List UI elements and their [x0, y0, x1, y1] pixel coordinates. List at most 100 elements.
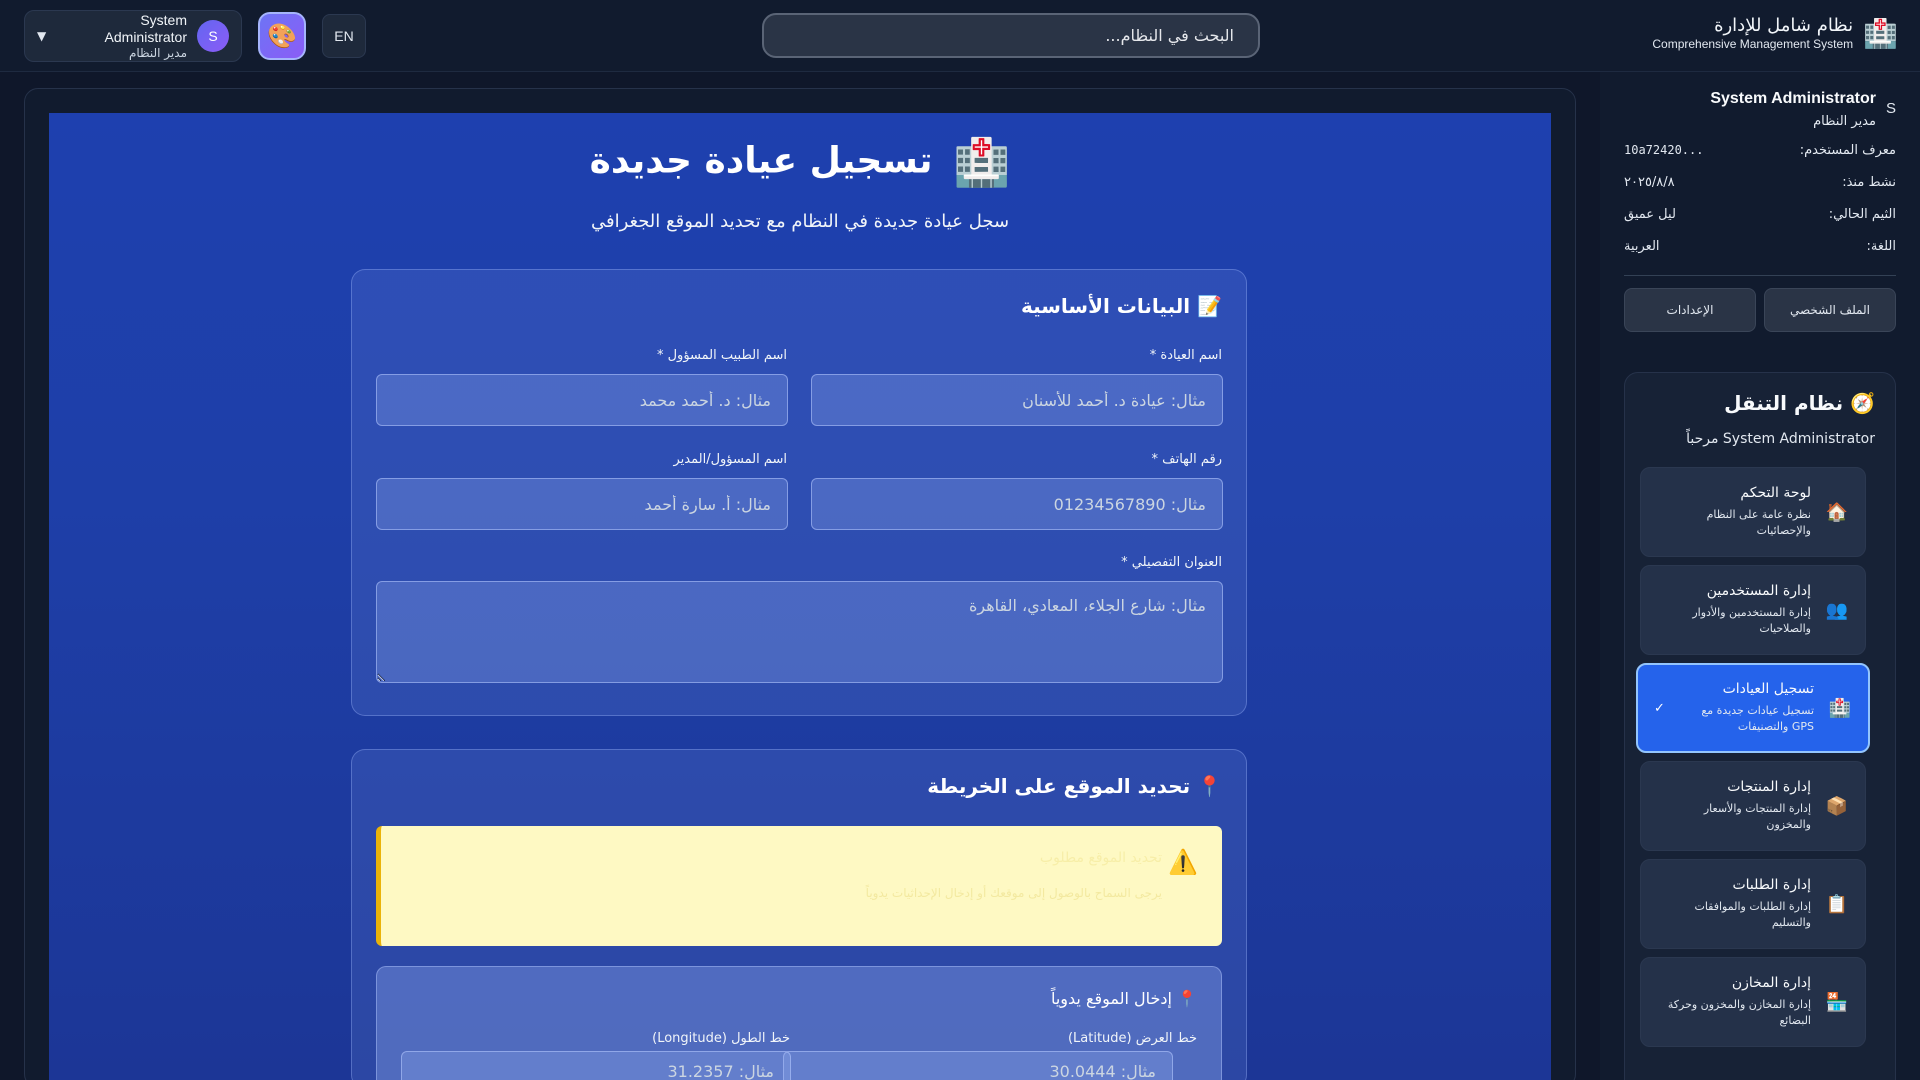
profile-name: System Administrator: [1710, 90, 1876, 107]
info-value: ...10a72420: [1624, 143, 1704, 157]
section-title-basic: 📝 البيانات الأساسية: [1020, 294, 1222, 318]
nav-list: 🏠 لوحة التحكم نظرة عامة على النظام والإح…: [1636, 467, 1875, 1047]
warning-icon: ⚠️: [1168, 848, 1198, 876]
latitude-input[interactable]: [783, 1051, 1173, 1080]
divider: [1624, 275, 1896, 276]
theme-palette-button[interactable]: 🎨: [258, 12, 306, 60]
check-icon: ✓: [1654, 700, 1665, 716]
phone-label: رقم الهاتف *: [1151, 452, 1222, 467]
info-row-user-id: معرف المستخدم: ...10a72420: [1624, 143, 1896, 161]
longitude-label: خط الطول (Longitude): [652, 1031, 790, 1046]
nav-item-desc: إدارة الطلبات والموافقات والتسليم: [1694, 900, 1811, 929]
home-icon: 🏠: [1825, 501, 1849, 523]
info-value: ليل عميق: [1624, 207, 1676, 222]
clinic-name-label: اسم العيادة *: [1149, 348, 1222, 363]
nav-item-label: لوحة التحكم: [1740, 485, 1811, 502]
clinic-registration-panel: 🏥 تسجيل عيادة جديدة سجل عيادة جديدة في ا…: [49, 113, 1551, 1080]
nav-item-desc: إدارة المستخدمين والأدوار والصلاحيات: [1692, 606, 1811, 635]
clinic-name-input[interactable]: [811, 374, 1223, 426]
longitude-input[interactable]: [401, 1051, 791, 1080]
nav-item-warehouses[interactable]: 🏪 إدارة المخازن إدارة المخازن والمخزون و…: [1640, 957, 1866, 1047]
nav-item-desc: تسجيل عيادات جديدة مع GPS والتصنيفات: [1701, 704, 1814, 733]
warning-title: تحديد الموقع مطلوب: [1039, 850, 1162, 866]
navigation-panel: نظام التنقل 🧭 مرحباً System Administrato…: [1624, 372, 1896, 1080]
location-section: 📍 تحديد الموقع على الخريطة ⚠️ تحديد المو…: [351, 749, 1247, 1080]
settings-button[interactable]: الإعدادات: [1624, 288, 1756, 332]
chevron-down-icon: ▼: [37, 29, 47, 43]
doctor-name-input[interactable]: [376, 374, 788, 426]
manager-name-label: اسم المسؤول/المدير: [673, 452, 788, 467]
info-row-language: اللغة: العربية: [1624, 239, 1896, 257]
nav-item-orders[interactable]: 📋 إدارة الطلبات إدارة الطلبات والموافقات…: [1640, 859, 1866, 949]
page-title: 🏥 تسجيل عيادة جديدة: [49, 135, 1551, 190]
nav-item-label: إدارة الطلبات: [1732, 877, 1811, 894]
avatar: S: [197, 20, 229, 52]
doctor-name-label: اسم الطبيب المسؤول *: [656, 348, 787, 363]
profile-button[interactable]: الملف الشخصي: [1764, 288, 1896, 332]
manager-name-input[interactable]: [376, 478, 788, 530]
top-header: ▼ System Administrator مدير النظام S 🎨 E…: [0, 0, 1920, 72]
clipboard-icon: 📋: [1825, 893, 1849, 915]
user-menu-names: System Administrator مدير النظام: [56, 12, 187, 60]
package-icon: 📦: [1825, 795, 1849, 817]
user-role: مدير النظام: [128, 45, 187, 60]
info-row-active-since: نشط منذ: ٢٠٢٥/٨/٨: [1624, 175, 1896, 193]
nav-item-text: إدارة المستخدمين إدارة المستخدمين والأدو…: [1657, 583, 1811, 637]
info-label: معرف المستخدم:: [1799, 143, 1896, 158]
page-subtitle: سجل عيادة جديدة في النظام مع تحديد الموق…: [590, 211, 1010, 232]
manual-location-box: 📍 إدخال الموقع يدوياً خط العرض (Latitude…: [376, 966, 1222, 1080]
basic-info-section: 📝 البيانات الأساسية اسم العيادة * اسم ال…: [351, 269, 1247, 716]
search-input[interactable]: [762, 13, 1260, 58]
hospital-icon: 🏥: [1863, 16, 1898, 50]
nav-item-text: إدارة المخازن إدارة المخازن والمخزون وحر…: [1657, 975, 1811, 1029]
nav-title: نظام التنقل 🧭: [1645, 391, 1875, 415]
address-label: العنوان التفصيلي *: [1121, 555, 1222, 570]
nav-item-label: تسجيل العيادات: [1722, 681, 1814, 698]
nav-item-dashboard[interactable]: 🏠 لوحة التحكم نظرة عامة على النظام والإح…: [1640, 467, 1866, 557]
user-menu-button[interactable]: ▼ System Administrator مدير النظام S: [24, 10, 242, 62]
nav-item-label: إدارة المستخدمين: [1706, 583, 1811, 600]
compass-icon: 🧭: [1850, 391, 1875, 415]
profile-role: مدير النظام: [1813, 114, 1876, 129]
profile-head: System Administrator مدير النظام S: [1624, 90, 1896, 129]
nav-item-label: إدارة المنتجات: [1727, 779, 1811, 796]
hospital-icon: 🏥: [1828, 697, 1852, 719]
phone-input[interactable]: [811, 478, 1223, 530]
right-sidebar: System Administrator مدير النظام S معرف …: [1600, 72, 1920, 1080]
users-icon: 👥: [1825, 599, 1849, 621]
nav-item-desc: نظرة عامة على النظام والإحصائيات: [1706, 508, 1811, 537]
info-value: ٢٠٢٥/٨/٨: [1624, 175, 1675, 190]
profile-card: System Administrator مدير النظام S معرف …: [1624, 90, 1896, 332]
nav-item-users[interactable]: 👥 إدارة المستخدمين إدارة المستخدمين والأ…: [1640, 565, 1866, 655]
nav-welcome: مرحباً System Administrator: [1686, 431, 1875, 447]
store-icon: 🏪: [1825, 991, 1849, 1013]
nav-item-desc: إدارة المنتجات والأسعار والمخزون: [1703, 802, 1811, 831]
nav-item-text: إدارة الطلبات إدارة الطلبات والموافقات و…: [1657, 877, 1811, 931]
nav-item-label: إدارة المخازن: [1731, 975, 1811, 992]
palette-icon: 🎨: [267, 22, 297, 50]
nav-item-products[interactable]: 📦 إدارة المنتجات إدارة المنتجات والأسعار…: [1640, 761, 1866, 851]
brand-title: نظام شامل للإدارة: [1714, 15, 1854, 36]
hospital-icon: 🏥: [953, 135, 1011, 189]
page-title-text: تسجيل عيادة جديدة: [589, 140, 933, 182]
profile-names: System Administrator مدير النظام: [1710, 90, 1876, 129]
profile-letter: S: [1885, 100, 1896, 117]
brand-text: نظام شامل للإدارة Comprehensive Manageme…: [1652, 14, 1853, 53]
language-toggle-button[interactable]: EN: [322, 14, 366, 58]
info-label: الثيم الحالي:: [1828, 207, 1896, 222]
latitude-label: خط العرض (Latitude): [1067, 1031, 1197, 1046]
user-name: System Administrator: [104, 12, 187, 45]
nav-item-desc: إدارة المخازن والمخزون وحركة البضائع: [1667, 998, 1811, 1027]
nav-item-text: لوحة التحكم نظرة عامة على النظام والإحصا…: [1657, 485, 1811, 539]
warning-description: يرجى السماح بالوصول إلى موقعك أو إدخال ا…: [865, 886, 1162, 900]
section-title-location: 📍 تحديد الموقع على الخريطة: [927, 774, 1222, 798]
nav-title-text: نظام التنقل: [1724, 391, 1844, 415]
info-value: العربية: [1624, 239, 1660, 254]
address-textarea[interactable]: [376, 581, 1223, 683]
brand-subtitle: Comprehensive Management System: [1652, 37, 1854, 52]
nav-item-clinics[interactable]: 🏥 تسجيل العيادات تسجيل عيادات جديدة مع G…: [1636, 663, 1870, 753]
manual-location-title: 📍 إدخال الموقع يدوياً: [1050, 989, 1197, 1008]
info-label: اللغة:: [1866, 239, 1897, 254]
brand: نظام شامل للإدارة Comprehensive Manageme…: [1652, 14, 1898, 53]
info-row-theme: الثيم الحالي: ليل عميق: [1624, 207, 1896, 225]
